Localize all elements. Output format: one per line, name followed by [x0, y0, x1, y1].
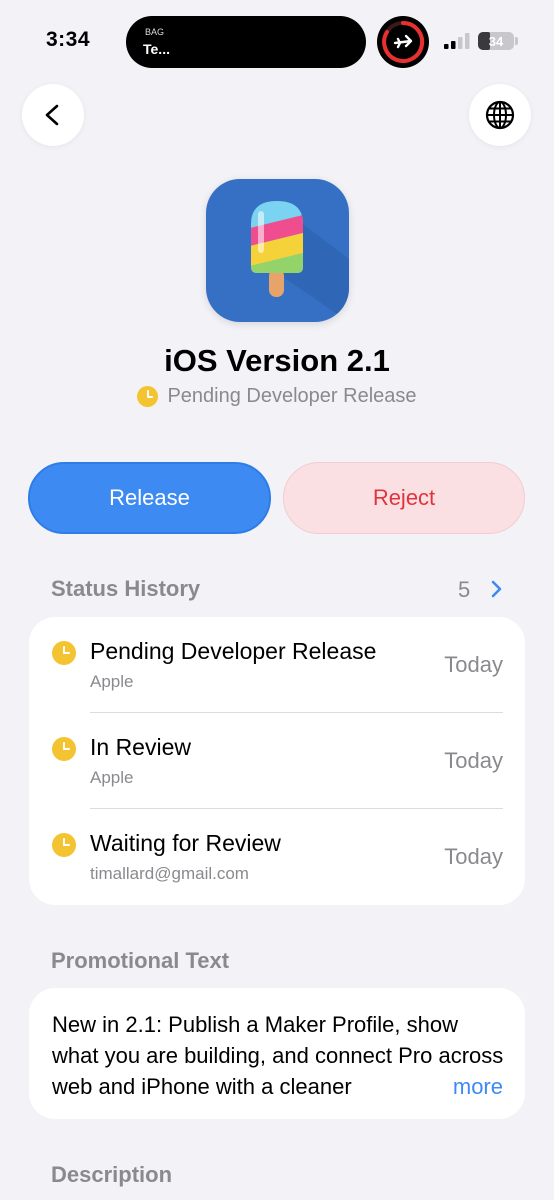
status-title: Pending Developer Release — [90, 638, 377, 664]
status-title: In Review — [90, 734, 191, 760]
clock-icon — [52, 641, 76, 665]
version-status-label: Pending Developer Release — [167, 385, 417, 407]
cellular-signal-icon — [444, 33, 470, 49]
status-history-list: Pending Developer Release Apple Today In… — [29, 617, 525, 905]
status-author: Apple — [90, 768, 134, 787]
clock-icon — [52, 833, 76, 857]
description-header: Description — [51, 1162, 173, 1187]
status-date: Today — [444, 748, 503, 773]
status-history-count[interactable]: 5 — [458, 577, 470, 603]
island-label-big: Te... — [143, 41, 170, 57]
more-link[interactable]: more — [436, 1071, 503, 1102]
chevron-right-icon[interactable] — [490, 578, 504, 600]
status-history-row[interactable]: Pending Developer Release Apple Today — [29, 617, 525, 713]
status-author: Apple — [90, 672, 134, 691]
status-history-header: Status History — [51, 576, 201, 601]
globe-icon — [485, 100, 515, 130]
airplane-activity-icon[interactable] — [377, 16, 429, 68]
page-title: iOS Version 2.1 — [164, 343, 390, 378]
status-history-row[interactable]: Waiting for Review timallard@gmail.com T… — [29, 809, 525, 905]
chevron-left-icon — [45, 104, 59, 126]
release-button[interactable]: Release — [28, 462, 271, 534]
version-status: Pending Developer Release — [0, 385, 554, 408]
island-label-small: BAG — [145, 27, 165, 37]
promotional-text-card[interactable]: New in 2.1: Publish a Maker Profile, sho… — [29, 988, 525, 1119]
popsicle-app-icon — [206, 179, 349, 322]
battery-level: 34 — [488, 33, 504, 49]
reject-button[interactable]: Reject — [283, 462, 525, 534]
localization-button[interactable] — [469, 84, 531, 146]
status-history-row[interactable]: In Review Apple Today — [29, 713, 525, 809]
status-title: Waiting for Review — [90, 830, 281, 856]
promotional-text-header: Promotional Text — [51, 948, 230, 973]
status-author: timallard@gmail.com — [90, 864, 249, 883]
clock-icon — [52, 737, 76, 761]
battery-icon: 34 — [478, 32, 514, 50]
back-button[interactable] — [22, 84, 84, 146]
status-time: 3:34 — [46, 28, 91, 51]
clock-icon — [137, 386, 159, 407]
app-version-screen: 3:34 BAG Te... 34 iOS Version 2.1 Pendin… — [0, 0, 554, 1200]
battery-tip — [515, 37, 518, 45]
status-date: Today — [444, 844, 503, 869]
dynamic-island[interactable]: BAG Te... — [126, 16, 366, 68]
status-date: Today — [444, 652, 503, 677]
